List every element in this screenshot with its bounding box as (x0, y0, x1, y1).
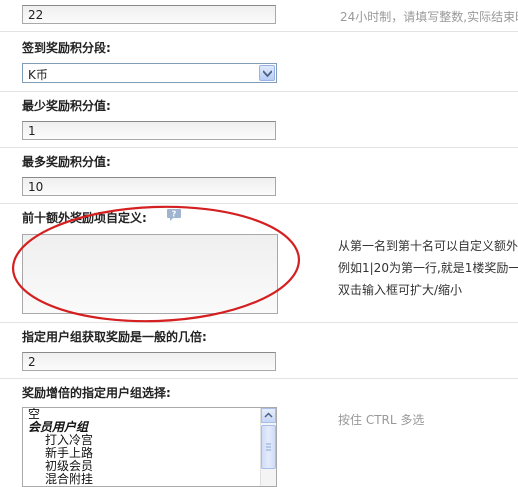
help-icon[interactable]: ? (166, 208, 182, 225)
multiplier-label: 指定用户组获取奖励是一般的几倍: (22, 330, 207, 344)
user-groups-label: 奖励增倍的指定用户组选择: (22, 386, 171, 400)
checkin-segment-label: 签到奖励积分段: (22, 41, 111, 55)
divider (0, 91, 518, 92)
top10-note-line2: 例如1|20为第一行,就是1楼奖励一 (338, 261, 518, 275)
divider (0, 31, 518, 32)
divider (0, 147, 518, 148)
user-groups-listbox[interactable]: 空 会员用户组 打入冷宫 新手上路 初级会员 混合附挂 (22, 407, 277, 487)
top10-custom-textarea[interactable] (22, 234, 278, 314)
listbox-scrollbar[interactable] (260, 408, 276, 486)
top10-custom-label: 前十额外奖励项自定义: (22, 211, 147, 225)
min-points-input[interactable] (22, 121, 276, 140)
max-points-label: 最多奖励积分值: (22, 155, 111, 169)
top10-note-line3: 双击输入框可扩大/缩小 (338, 283, 463, 297)
top10-note-line1: 从第一名到第十名可以自定义额外 (338, 239, 518, 253)
chevron-down-icon[interactable] (259, 65, 275, 81)
user-groups-hint: 按住 CTRL 多选 (338, 413, 425, 427)
scroll-thumb[interactable] (261, 425, 276, 469)
max-points-input[interactable] (22, 177, 276, 196)
group-option[interactable]: 混合附挂 (23, 473, 276, 486)
scroll-up-icon[interactable] (261, 408, 276, 423)
svg-text:?: ? (172, 210, 177, 219)
divider (0, 378, 518, 379)
divider (0, 203, 518, 204)
user-groups-options: 空 会员用户组 打入冷宫 新手上路 初级会员 混合附挂 (23, 408, 276, 486)
min-points-label: 最少奖励积分值: (22, 99, 111, 113)
checkin-segment-value: K币 (28, 68, 48, 82)
checkin-segment-select[interactable]: K币 (22, 63, 277, 83)
end-time-input[interactable] (22, 5, 276, 24)
end-time-hint: 24小时制，请填写整数,实际结束时 (340, 10, 518, 24)
multiplier-input[interactable] (22, 352, 276, 371)
divider (0, 322, 518, 323)
